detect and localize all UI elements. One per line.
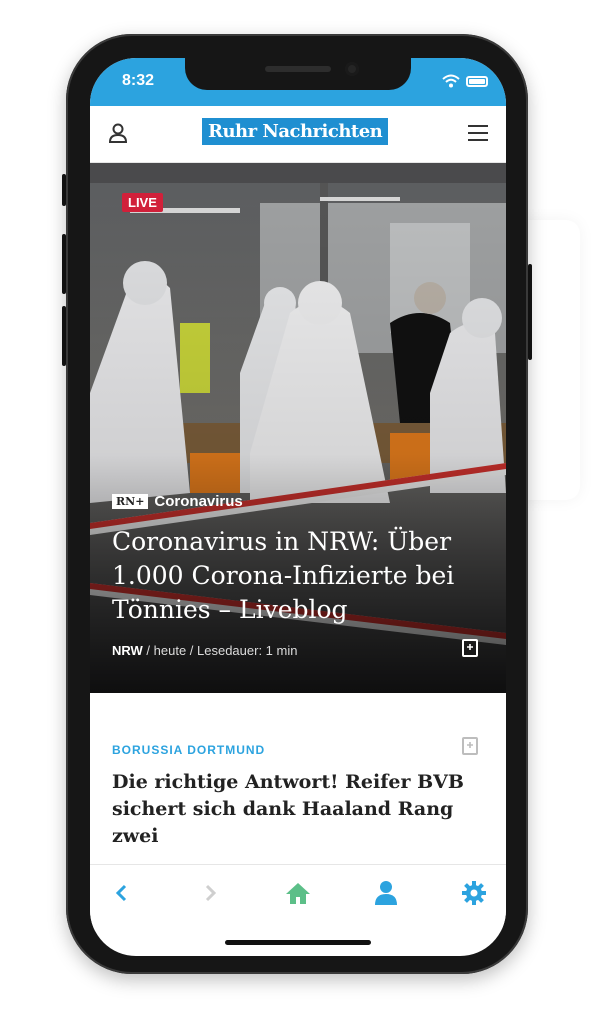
forward-icon[interactable] xyxy=(196,879,224,907)
profile-icon[interactable] xyxy=(108,122,128,144)
mute-switch xyxy=(62,174,66,206)
logo[interactable]: Ruhr Nachrichten xyxy=(202,118,389,145)
hero-category: RN+ Coronavirus xyxy=(112,493,243,510)
live-badge: LIVE xyxy=(122,193,163,212)
battery-icon xyxy=(466,75,488,87)
article-category[interactable]: BORUSSIA DORTMUND xyxy=(112,743,265,757)
bookmark-plus-icon xyxy=(467,644,473,650)
volume-up-button xyxy=(62,234,66,294)
article-title[interactable]: Die richtige Antwort! Reifer BVB sichert… xyxy=(112,769,472,850)
user-icon[interactable] xyxy=(372,879,400,907)
app-header: Ruhr Nachrichten xyxy=(90,106,506,163)
status-icons xyxy=(442,74,488,88)
home-icon[interactable] xyxy=(284,879,312,907)
status-time: 8:32 xyxy=(122,72,155,89)
hero-meta-rest: / heute / Lesedauer: 1 min xyxy=(142,643,298,658)
back-icon[interactable] xyxy=(108,879,136,907)
bookmark-icon[interactable] xyxy=(462,737,478,755)
hero-meta-region: NRW xyxy=(112,643,143,658)
notch xyxy=(185,58,411,90)
hero-article[interactable]: LIVE RN+ Coronavirus Coronavirus in NRW:… xyxy=(90,163,506,693)
hero-title[interactable]: Coronavirus in NRW: Über 1.000 Corona-In… xyxy=(112,525,472,627)
wifi-icon xyxy=(442,74,460,88)
bookmark-plus-icon xyxy=(467,742,473,748)
hero-category-label: Coronavirus xyxy=(154,493,243,510)
camera xyxy=(345,62,359,76)
article-card[interactable]: BORUSSIA DORTMUND Die richtige Antwort! … xyxy=(90,693,506,883)
rn-plus-badge: RN+ xyxy=(112,494,149,509)
bookmark-icon[interactable] xyxy=(462,639,478,657)
volume-down-button xyxy=(62,306,66,366)
power-button xyxy=(528,264,532,360)
phone-screen: 8:32 Ruhr Nachrichten LIVE RN+ Coronavir… xyxy=(90,58,506,956)
bottom-nav xyxy=(90,864,506,931)
hero-meta: NRW / heute / Lesedauer: 1 min xyxy=(112,643,297,658)
home-indicator[interactable] xyxy=(225,940,371,945)
status-bar: 8:32 xyxy=(90,58,506,106)
speaker xyxy=(265,66,331,72)
menu-icon[interactable] xyxy=(468,125,488,141)
settings-icon[interactable] xyxy=(460,879,488,907)
